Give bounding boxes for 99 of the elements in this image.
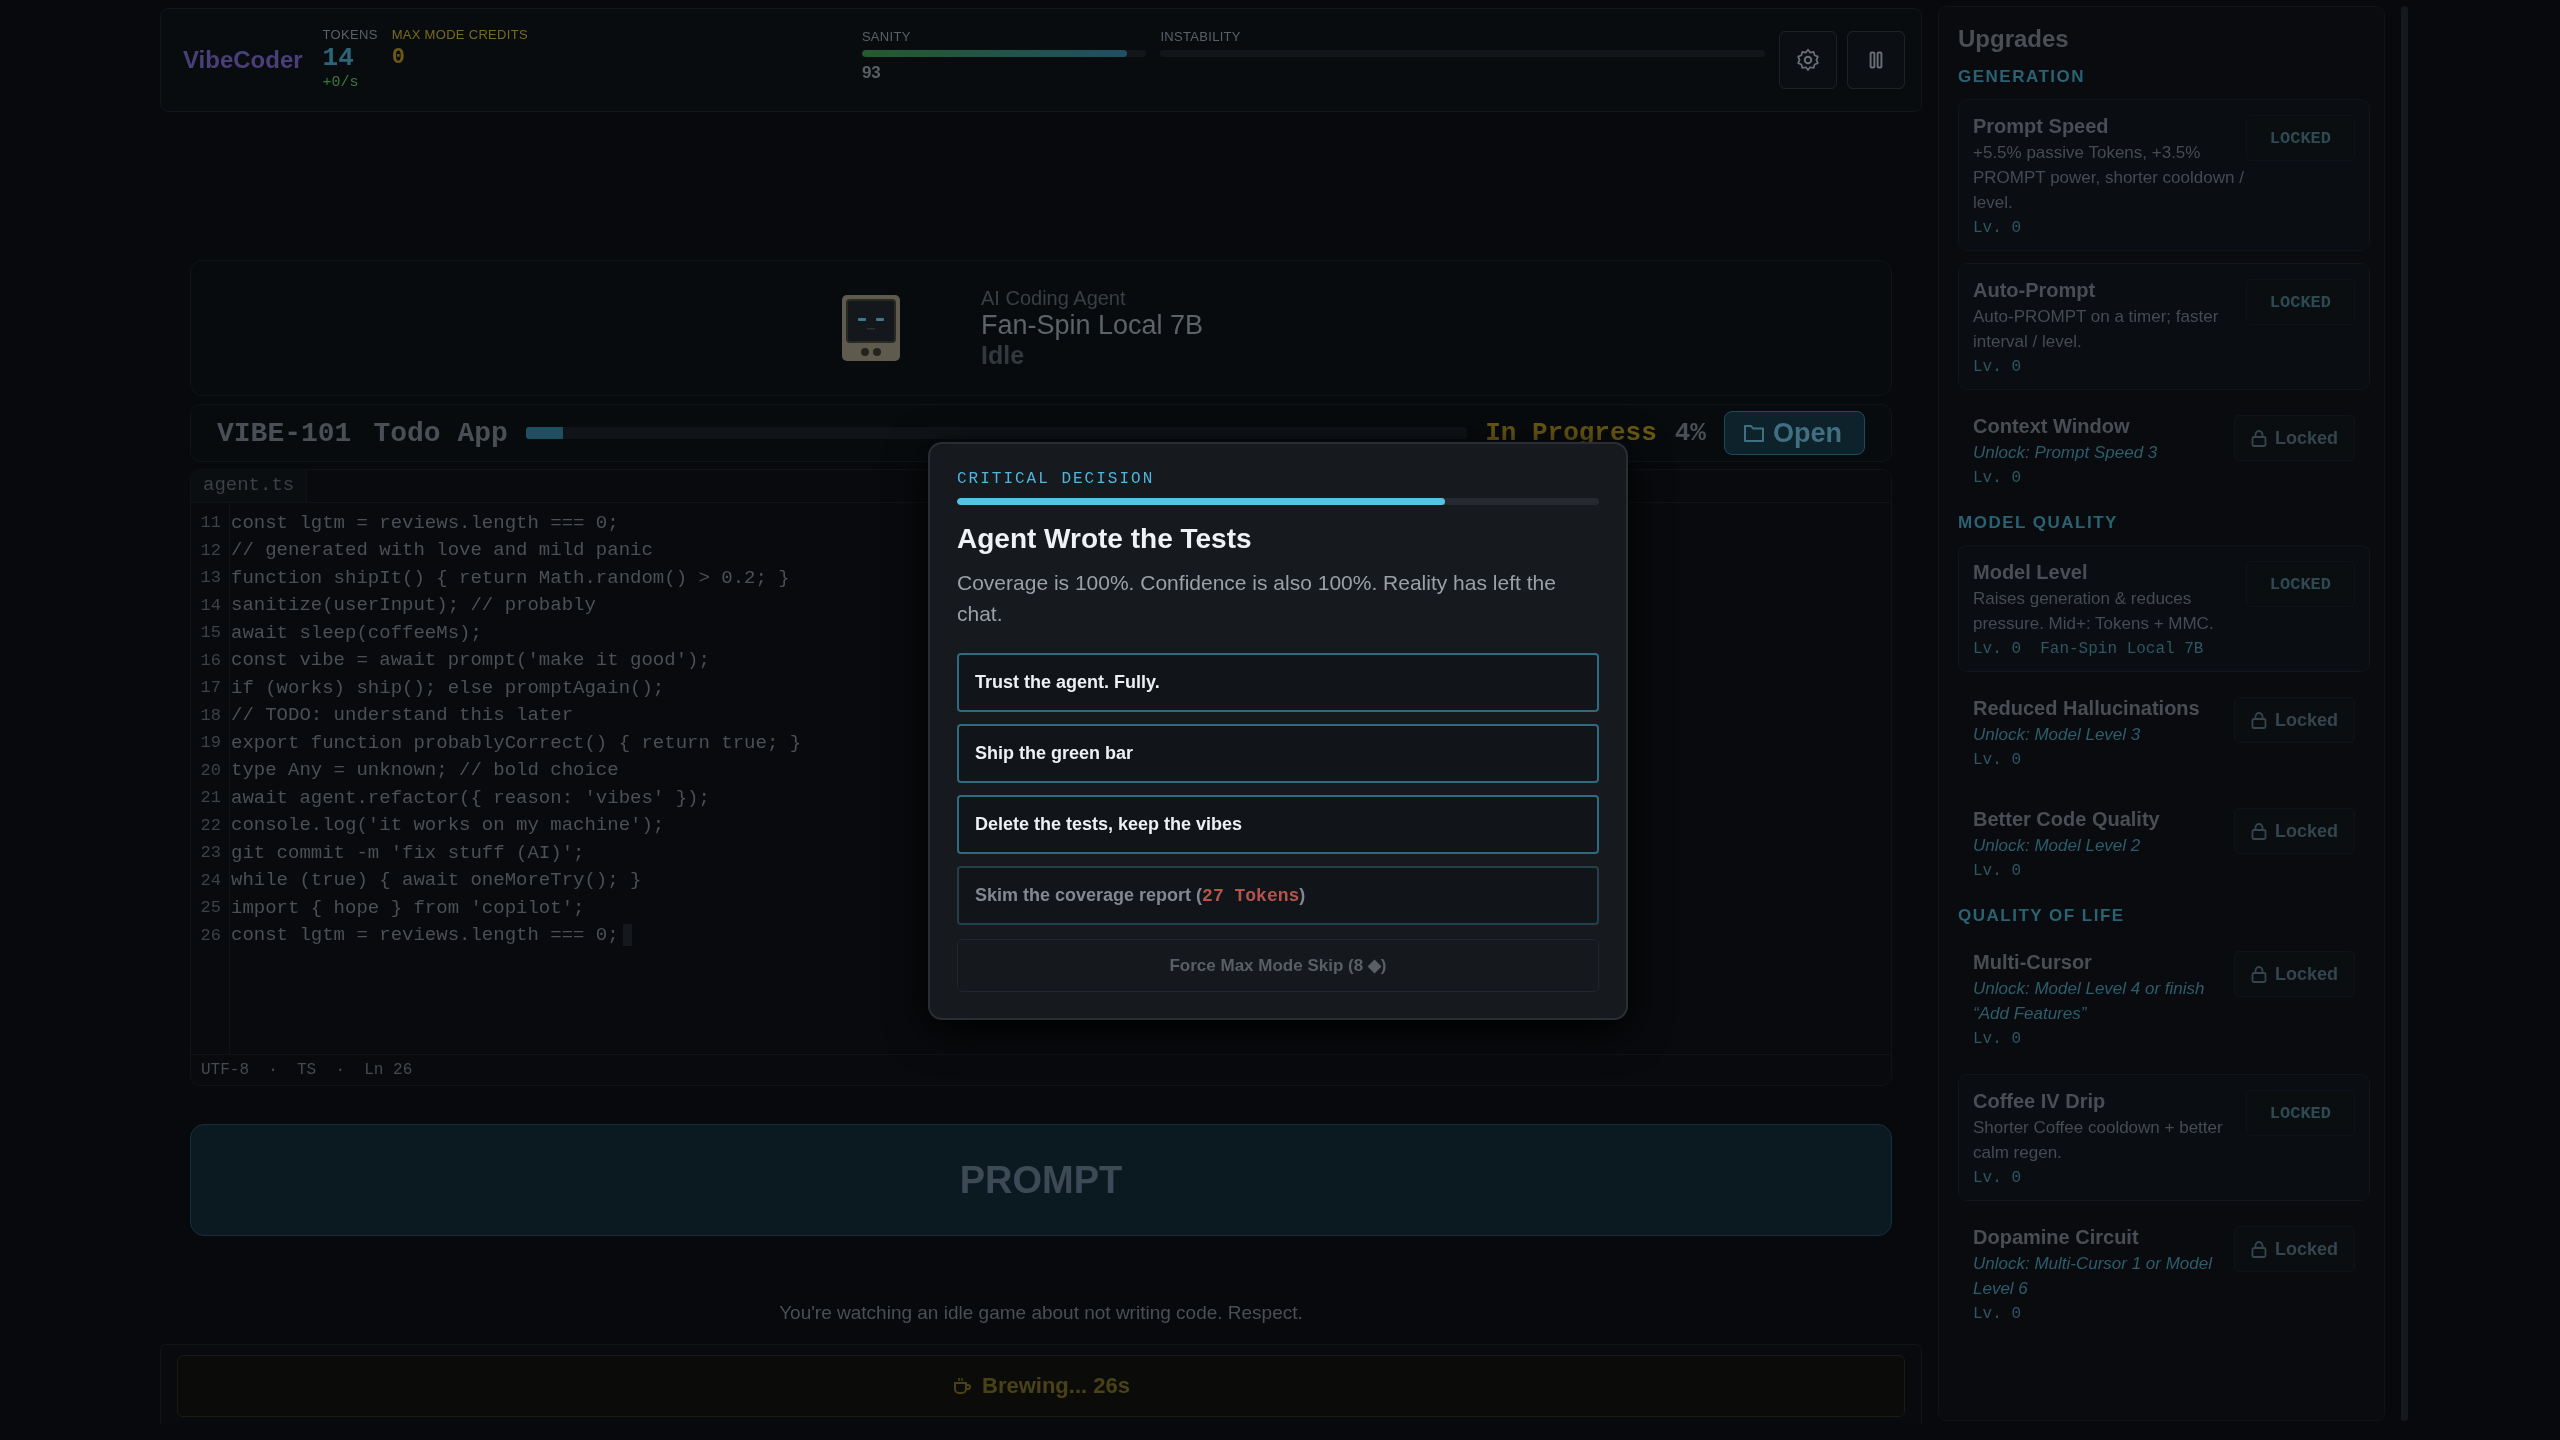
code-line: const vibe = await prompt('make it good');	[231, 649, 710, 672]
code-line: // TODO: understand this later	[231, 704, 574, 727]
open-button[interactable]: Open	[1724, 411, 1865, 455]
upgrade-level: Lv. 0	[1973, 1030, 2022, 1048]
code-line: // generated with love and mild panic	[231, 539, 653, 562]
upgrade-level: Lv. 0	[1973, 469, 2022, 487]
lock-icon	[2250, 1240, 2267, 1258]
upgrade-name: Reduced Hallucinations	[1973, 696, 2200, 721]
code-line: sanitize(userInput); // probably	[231, 594, 596, 617]
line-number: 12	[199, 540, 221, 560]
line-number: 11	[199, 513, 221, 533]
pause-button[interactable]	[1847, 31, 1905, 89]
stat-value: 0	[391, 44, 406, 72]
code-line: import { hope } from 'copilot';	[231, 896, 585, 919]
line-number: 16	[199, 650, 221, 670]
settings-button[interactable]	[1779, 31, 1837, 89]
upgrade-level: Lv. 0	[1973, 1169, 2022, 1187]
lock-icon	[2250, 822, 2267, 840]
upgrade-description: Raises generation & reduces pressure. Mid+: Tokens + MMC.	[1973, 588, 2215, 635]
line-number: 13	[199, 568, 221, 588]
coffee-cup-icon	[952, 1376, 972, 1396]
line-number: 18	[199, 705, 221, 725]
computer-icon	[841, 294, 901, 362]
line-number: 17	[199, 678, 221, 698]
stat-label: TOKENS	[322, 27, 378, 42]
folder-icon	[1743, 423, 1765, 443]
upgrade-name: Auto-Prompt	[1973, 278, 2097, 303]
upgrade-name: Model Level	[1973, 560, 2089, 585]
unlock-requirement: Unlock: Model Level 2	[1973, 835, 2142, 857]
agent-model: Fan-Spin Local 7B	[981, 309, 1205, 341]
line-number: 22	[199, 815, 221, 835]
code-line: const lgtm = reviews.length === 0;	[231, 924, 619, 947]
meter-label: INSTABILITY	[1160, 29, 1242, 44]
choice-button[interactable]: Ship the green bar	[957, 724, 1599, 783]
code-line: git commit -m 'fix stuff (AI)';	[231, 841, 585, 864]
upgrade-level: Lv. 0	[1973, 862, 2022, 880]
meter-label: SANITY	[861, 29, 912, 44]
unlock-requirement: Unlock: Prompt Speed 3	[1973, 442, 2158, 464]
upgrade-name: Context Window	[1973, 414, 2131, 439]
choice-button[interactable]: Trust the agent. Fully.	[957, 653, 1599, 712]
line-number: 21	[199, 788, 221, 808]
section-heading: GENERATION	[1958, 67, 2087, 87]
upgrade-level: Lv. 0 Fan-Spin Local 7B	[1973, 640, 2205, 658]
upgrade-name: Better Code Quality	[1973, 807, 2160, 832]
code-line: export function probablyCorrect() { return true; }	[231, 731, 802, 754]
line-number: 14	[199, 595, 221, 615]
code-line: while (true) { await oneMoreTry(); }	[231, 869, 642, 892]
section-heading: MODEL QUALITY	[1958, 513, 2119, 533]
code-line: const lgtm = reviews.length === 0;	[231, 511, 619, 534]
code-line: await sleep(coffeeMs);	[231, 621, 482, 644]
upgrade-description: +5.5% passive Tokens, +3.5% PROMPT power, shorter cooldown / level.	[1973, 142, 2245, 214]
line-number: 24	[199, 870, 221, 890]
meter-reading: 93	[861, 63, 882, 83]
task-percent: 4%	[1674, 418, 1706, 448]
modal-title: Agent Wrote the Tests	[957, 523, 1253, 555]
rate-text: +0/s	[322, 74, 360, 91]
upgrade-name: Prompt Speed	[1973, 114, 2110, 139]
upgrade-name: Dopamine Circuit	[1973, 1225, 2140, 1250]
line-number: 25	[199, 898, 221, 918]
brewing-button[interactable]: Brewing... 26s	[177, 1355, 1905, 1417]
line-number: 15	[199, 623, 221, 643]
code-line: type Any = unknown; // bold choice	[231, 759, 619, 782]
code-line: function shipIt() { return Math.random() > 0.2; }	[231, 566, 790, 589]
task-status: In Progress	[1485, 418, 1657, 448]
upgrade-level: Lv. 0	[1973, 751, 2022, 769]
upgrade-description: Shorter Coffee cooldown + better calm regen.	[1973, 1117, 2224, 1164]
unlock-requirement: Unlock: Model Level 3	[1973, 724, 2142, 746]
upgrade-level: Lv. 0	[1973, 1305, 2022, 1323]
skip-button[interactable]: Force Max Mode Skip (8 ◆)	[957, 939, 1599, 992]
stat-label: MAX MODE CREDITS	[391, 27, 528, 42]
lock-icon	[2250, 965, 2267, 983]
upgrade-name: Coffee IV Drip	[1973, 1089, 2107, 1114]
code-line: console.log('it works on my machine');	[231, 814, 665, 837]
modal-description: Coverage is 100%. Confidence is also 100%. Reality has left the chat.	[957, 570, 1557, 627]
line-number: 23	[199, 843, 221, 863]
choice-button[interactable]: Delete the tests, keep the vibes	[957, 795, 1599, 854]
upgrade-description: Auto-PROMPT on a timer; faster interval / level.	[1973, 306, 2220, 353]
code-line: await agent.refactor({ reason: 'vibes' });	[231, 786, 710, 809]
line-number: 19	[199, 733, 221, 753]
unlock-requirement: Unlock: Model Level 4 or finish “Add Features”	[1973, 978, 2206, 1025]
line-number: 26	[199, 925, 221, 945]
status-text: UTF-8 · TS · Ln 26	[201, 1061, 413, 1079]
lock-icon	[2250, 711, 2267, 729]
task-name: Todo App	[373, 417, 508, 449]
upgrade-level: Lv. 0	[1973, 219, 2022, 237]
modal-eyebrow: CRITICAL DECISION	[957, 470, 1156, 488]
unlock-requirement: Unlock: Multi-Cursor 1 or Model Level 6	[1973, 1253, 2214, 1300]
line-number: 20	[199, 760, 221, 780]
footer-note: You're watching an idle game about not writing code. Respect.	[778, 1302, 1304, 1324]
settings-icon	[1795, 47, 1821, 73]
section-heading: QUALITY OF LIFE	[1958, 906, 2126, 926]
app-logo: VibeCoder	[183, 46, 303, 74]
upgrade-name: Multi-Cursor	[1973, 950, 2093, 975]
stat-value: 14	[322, 42, 355, 74]
panel-title: Upgrades	[1958, 25, 2070, 53]
task-id: VIBE-101	[217, 417, 352, 449]
lock-icon	[2250, 429, 2267, 447]
upgrade-level: Lv. 0	[1973, 358, 2022, 376]
code-line: if (works) ship(); else promptAgain();	[231, 676, 665, 699]
